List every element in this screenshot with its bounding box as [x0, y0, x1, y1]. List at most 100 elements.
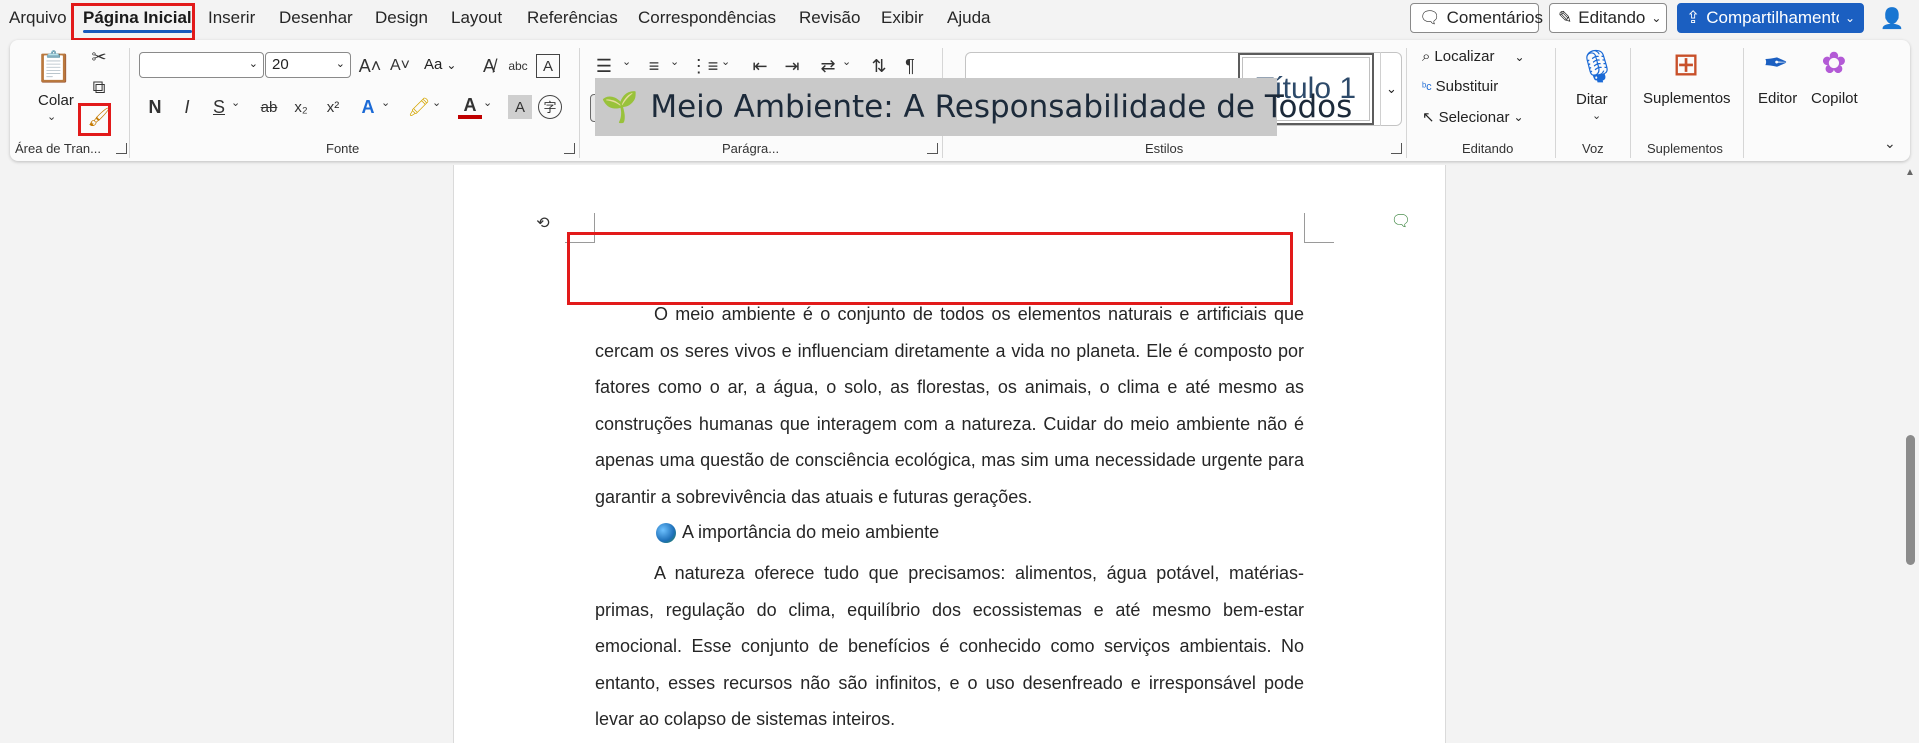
styles-group-label: Estilos: [1145, 141, 1184, 156]
subscript-icon[interactable]: x₂: [289, 95, 313, 119]
select-label: Selecionar: [1438, 108, 1510, 126]
character-shading-icon[interactable]: A: [508, 95, 532, 119]
paragraph-1[interactable]: O meio ambiente é o conjunto de todos os…: [595, 296, 1304, 516]
strikethrough-icon[interactable]: ab: [257, 95, 281, 119]
change-case-label: Aa: [424, 56, 443, 73]
text-direction-icon[interactable]: ⇄: [816, 54, 840, 78]
sprout-icon: 🌱: [601, 89, 639, 125]
phonetic-guide-icon[interactable]: abc: [506, 54, 530, 78]
tab-design[interactable]: Design: [375, 8, 428, 28]
underline-button[interactable]: S: [207, 95, 231, 119]
superscript-icon[interactable]: x²: [321, 95, 345, 119]
tab-correspondencias[interactable]: Correspondências: [638, 8, 776, 28]
shrink-font-icon[interactable]: A˅: [388, 54, 412, 78]
font-size-combo[interactable]: 20 ⌄: [265, 52, 351, 78]
font-launcher-icon[interactable]: [564, 143, 575, 154]
format-painter-icon[interactable]: 🖌: [88, 106, 111, 128]
editor-icon[interactable]: ✒: [1758, 46, 1794, 82]
italic-button[interactable]: I: [175, 95, 199, 119]
paste-button[interactable]: Colar: [38, 92, 74, 109]
grow-font-icon[interactable]: A˄: [358, 54, 382, 78]
increase-indent-icon[interactable]: ⇥: [780, 54, 804, 78]
tab-pagina-inicial[interactable]: Página Inicial: [83, 8, 192, 33]
scroll-up-icon[interactable]: ▲: [1905, 167, 1915, 178]
tab-exibir[interactable]: Exibir: [881, 8, 924, 28]
addins-button[interactable]: Suplementos: [1643, 90, 1731, 107]
font-size-value: 20: [272, 56, 289, 73]
addins-icon[interactable]: ⊞: [1668, 46, 1704, 82]
select-button[interactable]: ↖ Selecionar ⌄: [1422, 108, 1524, 127]
separator: [129, 48, 130, 158]
copilot-draft-icon[interactable]: ⟲: [532, 213, 554, 235]
chevron-down-icon[interactable]: ⌄: [1592, 111, 1601, 122]
new-comment-icon[interactable]: 🗨: [1390, 211, 1412, 233]
chevron-down-icon: ⌄: [1844, 11, 1855, 25]
chevron-down-icon: ⌄: [1651, 11, 1662, 25]
tab-revisao[interactable]: Revisão: [799, 8, 860, 28]
separator: [579, 48, 580, 158]
paragraph-launcher-icon[interactable]: [927, 143, 938, 154]
chevron-down-icon[interactable]: ⌄: [381, 98, 390, 109]
cut-icon[interactable]: ✂: [88, 46, 110, 68]
styles-launcher-icon[interactable]: [1391, 143, 1402, 154]
subheading[interactable]: A importância do meio ambiente: [656, 522, 939, 543]
share-label: Compartilhamento: [1706, 8, 1839, 27]
decrease-indent-icon[interactable]: ⇤: [748, 54, 772, 78]
chevron-down-icon[interactable]: ⌄: [47, 112, 56, 123]
search-icon: ⌕: [1422, 48, 1431, 65]
document-heading[interactable]: 🌱 Meio Ambiente: A Responsabilidade de T…: [595, 78, 1352, 136]
tab-layout[interactable]: Layout: [451, 8, 502, 28]
chevron-down-icon[interactable]: ⌄: [231, 98, 240, 109]
tab-desenhar[interactable]: Desenhar: [279, 8, 353, 28]
numbering-icon[interactable]: ≡: [642, 54, 666, 78]
clear-formatting-icon[interactable]: A̸: [477, 54, 501, 78]
vertical-scrollbar[interactable]: ▲: [1903, 165, 1919, 743]
tab-ajuda[interactable]: Ajuda: [947, 8, 990, 28]
scroll-thumb[interactable]: [1906, 435, 1915, 565]
voice-group-label: Voz: [1582, 141, 1604, 156]
paste-icon[interactable]: 📋: [35, 48, 72, 88]
chevron-down-icon[interactable]: ⌄: [432, 98, 441, 109]
change-case-button[interactable]: Aa ⌄: [424, 56, 456, 73]
character-border-icon[interactable]: A: [536, 54, 560, 78]
tab-arquivo[interactable]: Arquivo: [9, 8, 67, 28]
chevron-down-icon[interactable]: ⌄: [622, 57, 631, 68]
highlighter-icon[interactable]: 🖍: [407, 95, 431, 119]
chevron-down-icon[interactable]: ⌄: [842, 57, 851, 68]
font-color-icon[interactable]: A: [458, 95, 482, 119]
account-feedback-icon[interactable]: 👤: [1878, 6, 1906, 32]
separator: [1555, 48, 1556, 158]
sort-icon[interactable]: ⇅: [867, 54, 891, 78]
text-effects-icon[interactable]: A: [356, 95, 380, 119]
copilot-button[interactable]: Copilot: [1811, 90, 1858, 107]
chevron-down-icon[interactable]: ⌄: [670, 57, 679, 68]
replace-button[interactable]: ᵇc Substituir: [1422, 78, 1498, 95]
paragraph-2[interactable]: A natureza oferece tudo que precisamos: …: [595, 555, 1304, 738]
dictate-button[interactable]: Ditar: [1576, 91, 1608, 108]
bold-button[interactable]: N: [143, 95, 167, 119]
chevron-down-icon[interactable]: ⌄: [721, 57, 730, 68]
bullets-icon[interactable]: ☰: [592, 54, 616, 78]
chevron-down-icon: ⌄: [1386, 81, 1397, 96]
microphone-icon[interactable]: 🎙: [1577, 46, 1618, 86]
show-formatting-marks-icon[interactable]: ¶: [898, 54, 922, 78]
styles-more-button[interactable]: ⌄: [1380, 52, 1402, 126]
chevron-down-icon[interactable]: ⌄: [483, 98, 492, 109]
comments-button[interactable]: 🗨 Comentários: [1410, 3, 1543, 33]
chevron-down-icon: ⌄: [1514, 49, 1525, 64]
tab-referencias[interactable]: Referências: [527, 8, 618, 28]
collapse-ribbon-icon[interactable]: ⌄: [1884, 136, 1896, 150]
tab-inserir[interactable]: Inserir: [208, 8, 255, 28]
clipboard-launcher-icon[interactable]: [116, 143, 127, 154]
editing-mode-button[interactable]: ✎ Editando ⌄: [1549, 3, 1667, 33]
font-group-label: Fonte: [326, 141, 360, 156]
chevron-down-icon: ⌄: [446, 57, 457, 72]
share-button[interactable]: ⇪ Compartilhamento ⌄: [1677, 3, 1864, 33]
copilot-icon[interactable]: ✿: [1816, 46, 1852, 82]
enclose-characters-icon[interactable]: 字: [538, 95, 562, 119]
font-name-combo[interactable]: ⌄: [139, 52, 264, 78]
copy-icon[interactable]: ⧉: [88, 76, 110, 98]
multilevel-list-icon[interactable]: ⋮≡: [690, 54, 719, 78]
editor-button[interactable]: Editor: [1758, 90, 1797, 107]
find-button[interactable]: ⌕ Localizar ⌄: [1422, 48, 1525, 65]
